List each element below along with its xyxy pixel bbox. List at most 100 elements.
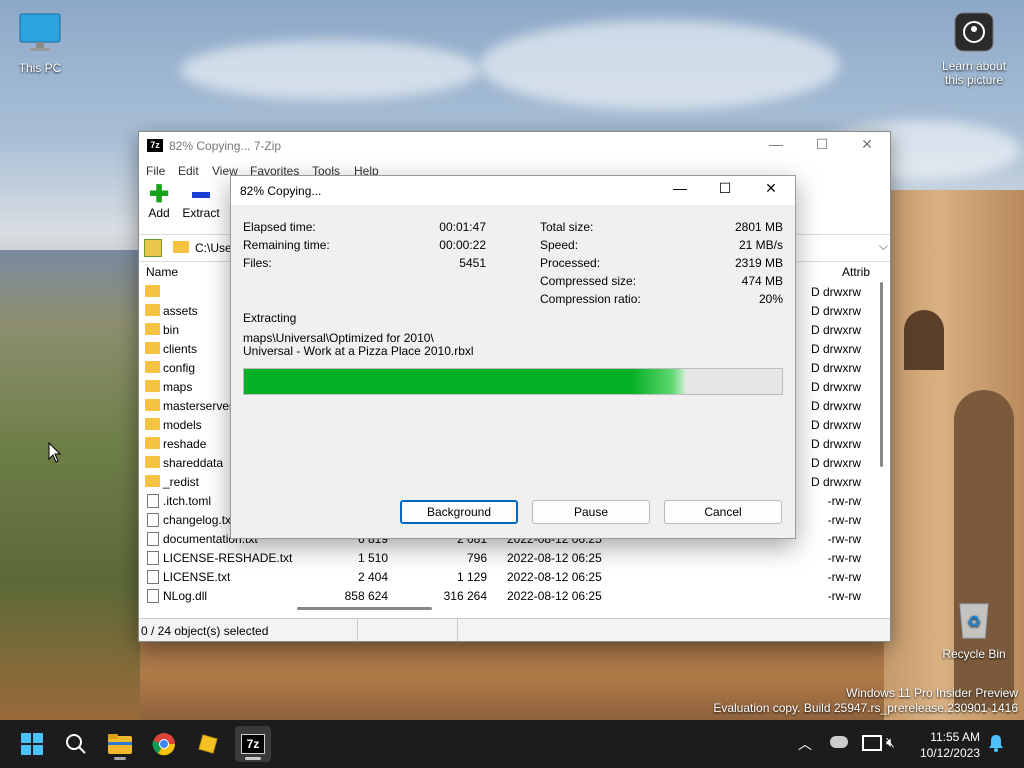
folder-icon [145, 342, 160, 354]
minimize-button[interactable]: — [761, 136, 791, 156]
maximize-button[interactable]: ☐ [710, 180, 740, 200]
row-packed-size: 316 264 [443, 589, 487, 603]
cancel-button[interactable]: Cancel [664, 500, 782, 524]
close-button[interactable]: ✕ [756, 180, 786, 200]
monitor-icon [0, 12, 80, 57]
start-button[interactable] [14, 726, 50, 762]
processed-label: Processed: [540, 256, 601, 270]
file-icon [147, 570, 159, 584]
row-attrib: D drwxrw [811, 475, 861, 489]
svg-text:♻: ♻ [967, 614, 981, 631]
clock-date: 10/12/2023 [919, 746, 980, 760]
camera-icon [934, 12, 1014, 55]
desktop-icon-recycle-bin[interactable]: ♻ Recycle Bin [934, 598, 1014, 661]
compression-ratio-value: 20% [758, 292, 783, 306]
network-icon[interactable] [862, 735, 882, 751]
desktop-icon-label: Recycle Bin [942, 647, 1006, 661]
row-attrib: D drwxrw [811, 399, 861, 413]
folder-icon [145, 475, 160, 487]
row-attrib: D drwxrw [811, 437, 861, 451]
compressed-size-label: Compressed size: [540, 274, 637, 288]
table-row[interactable]: LICENSE-RESHADE.txt 1 510 796 2022-08-12 06… [139, 548, 879, 567]
pause-button[interactable]: Pause [532, 500, 650, 524]
row-name: shareddata [163, 456, 224, 470]
up-folder-icon[interactable] [144, 239, 162, 257]
file-explorer-button[interactable] [102, 726, 138, 762]
close-button[interactable]: ✕ [852, 136, 882, 156]
menu-edit[interactable]: Edit [178, 164, 199, 178]
address-input[interactable]: C:\Use [195, 241, 232, 255]
row-name: reshade [163, 437, 207, 451]
search-icon [66, 734, 86, 754]
chevron-down-icon[interactable]: ⌵ [879, 239, 888, 254]
folder-icon [145, 418, 160, 430]
desktop-icon-this-pc[interactable]: This PC [0, 12, 80, 75]
7zip-taskbar-button[interactable]: 7z [235, 726, 271, 762]
file-icon [147, 513, 159, 527]
row-attrib: -rw-rw [827, 570, 861, 584]
dialog-titlebar: 82% Copying... — ☐ ✕ [231, 176, 795, 205]
background-button[interactable]: Background [400, 500, 518, 524]
windows-watermark: Windows 11 Pro Insider Preview Evaluatio… [713, 686, 1018, 715]
row-name: models [163, 418, 202, 432]
row-attrib: D drwxrw [811, 380, 861, 394]
folder-icon [145, 361, 160, 373]
file-icon [147, 494, 159, 508]
minus-icon [181, 184, 221, 206]
chrome-icon [152, 733, 176, 756]
volume-muted-icon[interactable]: 🔇︎ [886, 734, 895, 751]
desktop-icon-label: Learn about this picture [941, 59, 1007, 87]
file-icon [147, 532, 159, 546]
current-path-line2: Universal - Work at a Pizza Place 2010.r… [243, 344, 474, 358]
row-attrib: D drwxrw [811, 361, 861, 375]
files-label: Files: [243, 256, 272, 270]
chevron-up-icon[interactable]: ︿ [798, 734, 812, 754]
search-button[interactable] [58, 726, 94, 762]
folder-icon [173, 241, 189, 253]
column-attrib[interactable]: Attrib [842, 265, 870, 279]
vertical-scrollbar[interactable] [880, 282, 883, 467]
desktop-icon-label: This PC [18, 61, 62, 75]
row-attrib: D drwxrw [811, 304, 861, 318]
notification-bell-icon[interactable] [988, 734, 1004, 755]
file-icon [147, 589, 159, 603]
folder-icon [145, 437, 160, 449]
7zip-icon: 7z [241, 734, 265, 754]
folder-icon [145, 285, 160, 297]
row-attrib: -rw-rw [827, 589, 861, 603]
chrome-button[interactable] [146, 726, 182, 762]
menu-file[interactable]: File [146, 164, 165, 178]
row-name: masterserver [163, 399, 234, 413]
sticky-app-button[interactable] [190, 726, 226, 762]
operation-label: Extracting [243, 311, 297, 325]
mouse-cursor-icon [48, 441, 62, 467]
progress-fill [244, 369, 686, 394]
folder-icon [145, 399, 160, 411]
row-name: maps [163, 380, 193, 394]
row-packed-size: 796 [466, 551, 487, 565]
desktop-icon-learn-about-picture[interactable]: Learn about this picture [934, 12, 1014, 87]
table-row[interactable]: LICENSE.txt 2 404 1 129 2022-08-12 06:25 -rw… [139, 567, 879, 586]
speed-label: Speed: [540, 238, 579, 252]
column-name[interactable]: Name [146, 265, 178, 279]
current-path-line1: maps\Universal\Optimized for 2010\ [243, 331, 434, 345]
row-name: assets [163, 304, 198, 318]
onedrive-icon[interactable] [830, 736, 848, 748]
row-name: changelog.tx [163, 513, 232, 527]
maximize-button[interactable]: ☐ [807, 136, 837, 156]
plus-icon: ✚ [148, 181, 170, 208]
row-attrib: D drwxrw [811, 418, 861, 432]
remaining-value: 00:00:22 [439, 238, 486, 252]
progress-bar [243, 368, 783, 395]
horizontal-scrollbar[interactable] [297, 607, 432, 610]
clock[interactable]: 11:55 AM 10/12/2023 [920, 729, 980, 761]
start-icon [21, 733, 43, 755]
extract-button[interactable]: Extract [181, 184, 221, 220]
row-name: LICENSE-RESHADE.txt [163, 551, 293, 565]
add-button[interactable]: ✚ Add [145, 181, 173, 221]
compression-ratio-label: Compression ratio: [540, 292, 641, 306]
table-row[interactable]: NLog.dll 858 624 316 264 2022-08-12 06:25 -r… [139, 586, 879, 605]
minimize-button[interactable]: — [665, 180, 695, 200]
clock-time: 11:55 AM [930, 730, 980, 744]
row-size: 1 510 [357, 551, 388, 565]
